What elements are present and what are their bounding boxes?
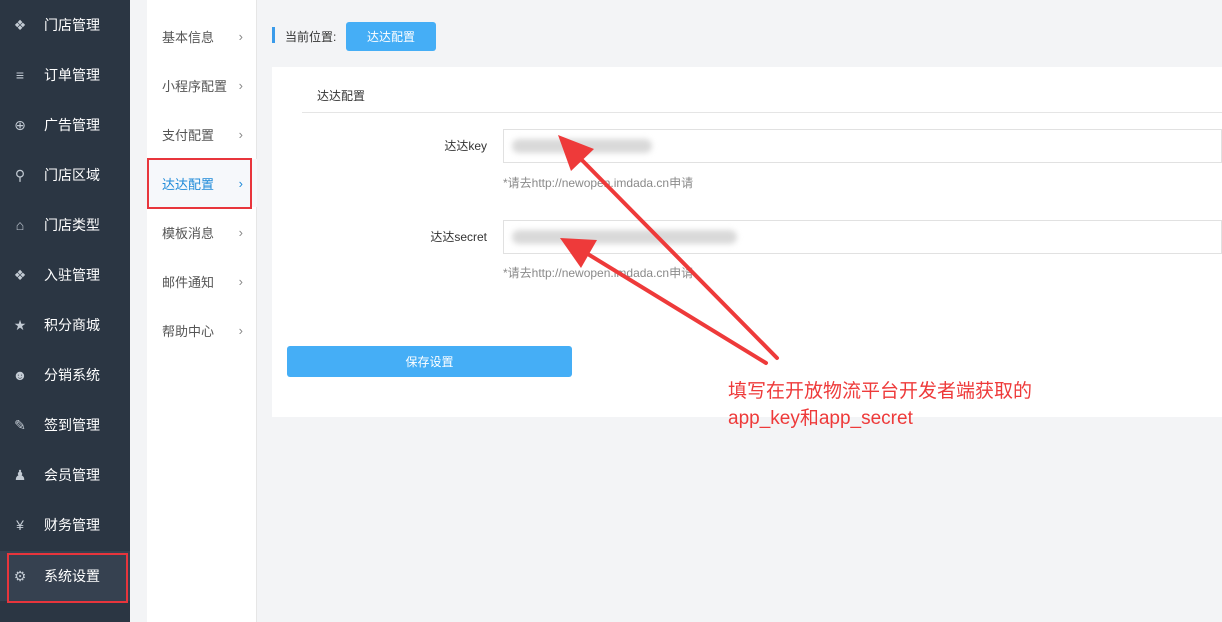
sidebar-item-label: 财务管理 <box>44 517 100 533</box>
dada-key-input[interactable] <box>503 129 1222 163</box>
save-button[interactable]: 保存设置 <box>287 346 572 377</box>
main-sidebar: ❖ 门店管理 ≡ 订单管理 ⊕ 广告管理 ⚲ 门店区域 ⌂ 门店类型 ❖ 入驻管… <box>0 0 130 622</box>
sidebar-item-label: 签到管理 <box>44 417 100 433</box>
bank-icon: ⌂ <box>15 217 25 233</box>
user-icon: ♟ <box>13 466 27 483</box>
life-ring-icon: ⊕ <box>14 116 26 133</box>
submenu-item-email-notice[interactable]: 邮件通知 › <box>147 257 257 305</box>
sidebar-item-points-mall[interactable]: ★ 积分商城 <box>0 300 130 350</box>
panel-title: 达达配置 <box>317 89 366 103</box>
sidebar-item-label: 门店类型 <box>44 217 100 233</box>
list-icon: ≡ <box>15 67 25 83</box>
breadcrumb-marker <box>272 27 275 43</box>
sidebar-item-store-type[interactable]: ⌂ 门店类型 <box>0 200 130 250</box>
breadcrumb-current-button[interactable]: 达达配置 <box>346 22 436 51</box>
breadcrumb-label: 当前位置: <box>285 30 337 44</box>
dada-config-panel: 达达配置 达达key *请去http://newopen.imdada.cn申请… <box>272 67 1222 417</box>
chevron-right-icon: › <box>238 322 243 338</box>
redacted-value <box>512 230 737 244</box>
chevron-right-icon: › <box>238 77 243 93</box>
highlight-box <box>7 553 128 603</box>
cubes-icon: ❖ <box>13 266 27 283</box>
chevron-right-icon: › <box>238 224 243 240</box>
settings-submenu: 基本信息 › 小程序配置 › 支付配置 › 达达配置 › 模板消息 › 邮件通知… <box>147 0 257 622</box>
yen-icon: ¥ <box>16 517 24 533</box>
dada-secret-label: 达达secret <box>430 230 487 244</box>
highlight-box <box>147 158 252 209</box>
dada-secret-input[interactable] <box>503 220 1222 254</box>
star-icon: ★ <box>13 316 27 333</box>
submenu-item-label: 小程序配置 <box>162 78 228 94</box>
dada-key-hint: *请去http://newopen.imdada.cn申请 <box>503 176 694 190</box>
annotation-line-2: app_key和app_secret <box>728 408 913 429</box>
sidebar-item-order-management[interactable]: ≡ 订单管理 <box>0 50 130 100</box>
submenu-item-label: 支付配置 <box>162 127 215 143</box>
map-marker-icon: ⚲ <box>14 166 26 183</box>
sidebar-item-label: 广告管理 <box>44 117 100 133</box>
submenu-item-label: 基本信息 <box>162 29 215 45</box>
sidebar-item-label: 门店管理 <box>44 17 100 33</box>
sidebar-item-label: 订单管理 <box>44 67 100 83</box>
chevron-right-icon: › <box>238 273 243 289</box>
chevron-right-icon: › <box>238 126 243 142</box>
sidebar-item-distribution[interactable]: ☻ 分销系统 <box>0 350 130 400</box>
sidebar-item-members[interactable]: ♟ 会员管理 <box>0 450 130 500</box>
dada-secret-hint: *请去http://newopen.imdada.cn申请 <box>503 266 694 280</box>
sidebar-item-label: 分销系统 <box>44 367 100 383</box>
dada-key-label: 达达key <box>444 139 487 153</box>
sidebar-item-finance[interactable]: ¥ 财务管理 <box>0 500 130 550</box>
sidebar-item-store-region[interactable]: ⚲ 门店区域 <box>0 150 130 200</box>
chevron-right-icon: › <box>238 28 243 44</box>
sidebar-item-label: 入驻管理 <box>44 267 100 283</box>
divider <box>302 112 1222 113</box>
sidebar-item-ad-management[interactable]: ⊕ 广告管理 <box>0 100 130 150</box>
users-icon: ☻ <box>12 367 28 383</box>
sidebar-item-checkin[interactable]: ✎ 签到管理 <box>0 400 130 450</box>
annotation-line-1: 填写在开放物流平台开发者端获取的 <box>728 381 1033 402</box>
edit-icon: ✎ <box>14 416 26 433</box>
submenu-item-mini-program[interactable]: 小程序配置 › <box>147 61 257 109</box>
sidebar-item-label: 会员管理 <box>44 467 100 483</box>
sidebar-item-onboarding[interactable]: ❖ 入驻管理 <box>0 250 130 300</box>
submenu-item-help-center[interactable]: 帮助中心 › <box>147 306 257 354</box>
annotation-text: 填写在开放物流平台开发者端获取的 app_key和app_secret <box>728 378 1032 432</box>
cubes-icon: ❖ <box>13 16 27 33</box>
submenu-item-basic-info[interactable]: 基本信息 › <box>147 12 257 60</box>
submenu-item-label: 模板消息 <box>162 225 215 241</box>
redacted-value <box>512 139 652 153</box>
submenu-item-template-message[interactable]: 模板消息 › <box>147 208 257 256</box>
submenu-item-label: 帮助中心 <box>162 323 215 339</box>
sidebar-item-label: 门店区域 <box>44 167 100 183</box>
sidebar-item-store-management[interactable]: ❖ 门店管理 <box>0 0 130 50</box>
sidebar-item-label: 积分商城 <box>44 317 100 333</box>
submenu-item-payment[interactable]: 支付配置 › <box>147 110 257 158</box>
submenu-item-label: 邮件通知 <box>162 274 215 290</box>
